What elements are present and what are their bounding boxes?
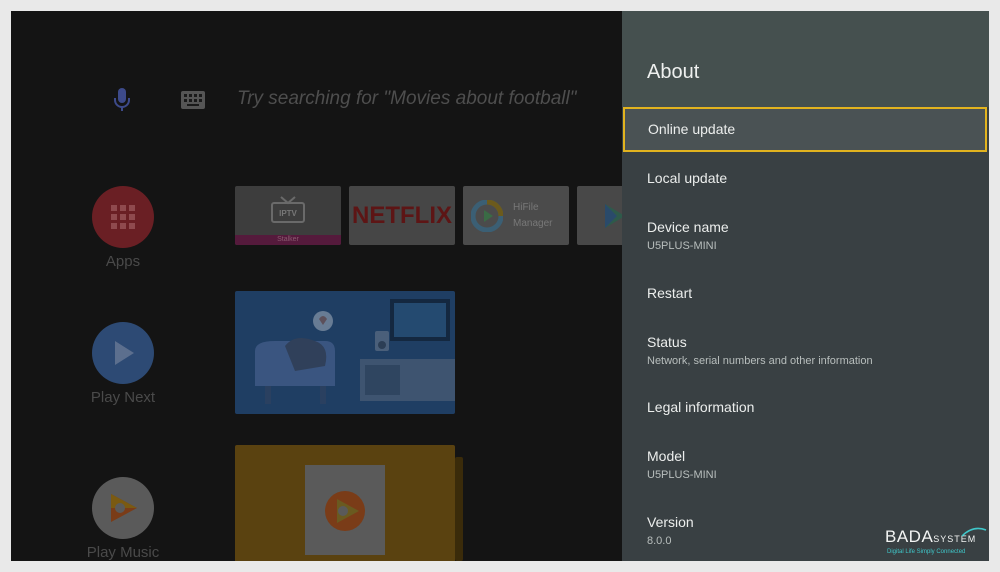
play-music-circle <box>92 477 154 539</box>
apps-circle <box>92 186 154 248</box>
keyboard-icon[interactable] <box>181 91 205 109</box>
brand-tagline: Digital Life Simply Connected <box>887 549 966 555</box>
menu-item-label: Device name <box>647 219 729 235</box>
menu-item-label: Status <box>647 334 687 350</box>
iptv-strip-label: Stalker <box>235 235 341 245</box>
netflix-logo: NETFLIX <box>352 201 452 229</box>
menu-item-model[interactable]: Model U5PLUS-MINI <box>622 448 989 481</box>
panel-header: About <box>622 11 989 107</box>
menu-item-value: Network, serial numbers and other inform… <box>647 355 873 367</box>
bada-system-watermark: BADASYSTEM Digital Life Simply Connected <box>885 527 989 561</box>
menu-item-label: Online update <box>648 121 736 137</box>
app-card-iptv[interactable]: IPTV Stalker <box>235 186 341 245</box>
featured-card-play-music[interactable] <box>235 445 455 561</box>
play-icon <box>115 341 134 365</box>
brand-name-main: BADA <box>885 527 934 546</box>
card-stack-edge <box>455 457 463 561</box>
home-screen-dimmed: Try searching for "Movies about football… <box>11 11 637 561</box>
app-card-netflix[interactable]: NETFLIX <box>349 186 455 245</box>
featured-card-living-room[interactable] <box>235 291 455 414</box>
play-next-circle <box>92 322 154 384</box>
menu-item-legal-information[interactable]: Legal information <box>622 399 989 415</box>
menu-item-label: Restart <box>647 285 693 301</box>
menu-item-local-update[interactable]: Local update <box>622 170 989 186</box>
play-music-large-icon <box>325 491 365 531</box>
apps-grid-icon <box>111 205 135 229</box>
play-music-icon <box>111 494 137 522</box>
about-settings-panel: About Online update Local update Device … <box>622 11 989 561</box>
rail-label: Apps <box>105 253 141 270</box>
rail-label: Play Music <box>86 544 160 561</box>
living-room-illustration <box>255 299 455 404</box>
search-hint[interactable]: Try searching for "Movies about football… <box>237 88 576 110</box>
screenshot-frame: Try searching for "Movies about football… <box>0 0 1000 572</box>
menu-item-value: U5PLUS-MINI <box>647 469 717 481</box>
page-title: About <box>647 61 700 83</box>
hifile-label-1: HiFile <box>513 202 539 213</box>
mic-icon[interactable] <box>112 87 132 113</box>
menu-item-label: Local update <box>647 170 728 186</box>
menu-item-status[interactable]: Status Network, serial numbers and other… <box>622 334 989 367</box>
app-card-hifile-manager[interactable]: HiFile Manager <box>463 186 569 245</box>
rail-label: Play Next <box>90 389 156 406</box>
brand-swoosh-icon <box>961 527 987 537</box>
menu-item-label: Legal information <box>647 399 755 415</box>
iptv-badge: IPTV <box>279 209 297 218</box>
menu-item-device-name[interactable]: Device name U5PLUS-MINI <box>622 219 989 252</box>
hifile-logo-icon <box>471 200 503 232</box>
menu-item-value: U5PLUS-MINI <box>647 240 717 252</box>
menu-item-label: Model <box>647 448 686 464</box>
hifile-label-2: Manager <box>513 218 553 229</box>
tv-screen: Try searching for "Movies about football… <box>11 11 989 561</box>
play-music-tile <box>305 465 385 555</box>
menu-item-online-update[interactable]: Online update <box>623 107 987 152</box>
rail-item-apps[interactable]: Apps <box>73 186 173 270</box>
rail-item-play-next[interactable]: Play Next <box>73 322 173 406</box>
rail-item-play-music[interactable]: Play Music <box>73 477 173 561</box>
menu-item-restart[interactable]: Restart <box>622 285 989 301</box>
